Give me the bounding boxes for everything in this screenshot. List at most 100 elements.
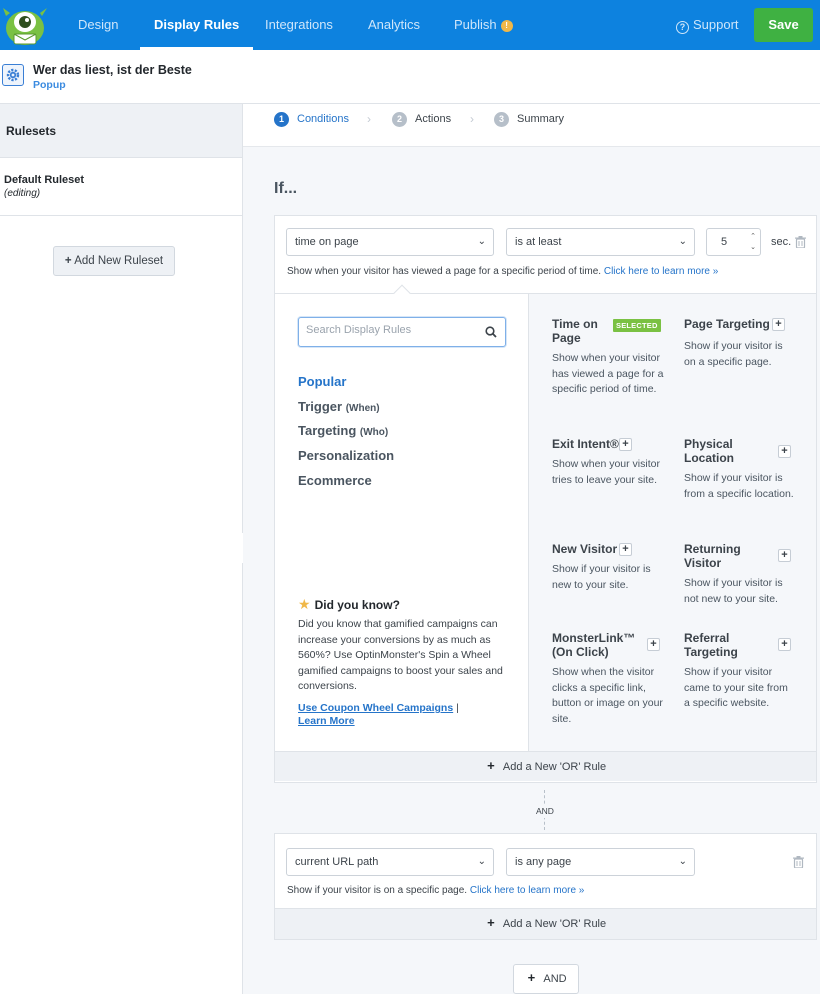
ruleset-item-default[interactable]: Default Ruleset (editing) xyxy=(0,158,242,216)
rule-option-desc: Show if your visitor is from a specific … xyxy=(684,472,794,500)
rule-option-desc: Show when the visitor clicks a specific … xyxy=(552,666,663,725)
step-label: Summary xyxy=(517,113,565,125)
operator-select[interactable]: is at least ⌄ xyxy=(506,228,695,256)
category-label: Popular xyxy=(298,374,347,389)
rule-option-desc: Show if your visitor came to your site f… xyxy=(684,666,788,709)
step-number: 1 xyxy=(274,112,289,127)
category-sub: (Who) xyxy=(359,427,389,438)
picker-options-panel: Time on Page SELECTED Show when your vis… xyxy=(529,294,816,752)
ruleset-name: Default Ruleset xyxy=(4,174,85,186)
search-display-rules[interactable] xyxy=(298,317,506,347)
add-rule-plus-icon[interactable]: + xyxy=(772,318,785,331)
did-you-know-title: ★ Did you know? xyxy=(298,596,400,613)
condition-select-value: time on page xyxy=(295,236,359,248)
category-label: Trigger xyxy=(298,399,343,414)
picker-categories-panel: Popular Trigger (When) Targeting (Who) P… xyxy=(275,294,529,752)
nav-tab-design[interactable]: Design xyxy=(78,0,118,50)
step-actions[interactable]: 2 Actions xyxy=(392,104,451,134)
operator-select[interactable]: is any page ⌄ xyxy=(506,848,695,876)
learn-more-link[interactable]: Click here to learn more » xyxy=(604,266,719,277)
rule-option-title: Time on Page xyxy=(552,317,598,345)
did-you-know-label: Did you know? xyxy=(314,598,400,612)
rule-option-desc: Show when your visitor has viewed a page… xyxy=(552,352,664,395)
condition-select-value: current URL path xyxy=(295,856,379,868)
add-or-rule-button[interactable]: + Add a New 'OR' Rule xyxy=(275,751,816,781)
chevron-down-icon: ⌄ xyxy=(477,856,486,867)
rule-option-new-visitor[interactable]: New Visitor + Show if your visitor is ne… xyxy=(552,542,664,593)
operator-select-value: is any page xyxy=(515,856,572,868)
plus-icon: + xyxy=(527,970,536,985)
add-rule-plus-icon[interactable]: + xyxy=(619,543,632,556)
trash-icon[interactable] xyxy=(795,236,806,248)
rulesets-sidebar: Rulesets Default Ruleset (editing) + Add… xyxy=(0,104,243,994)
did-you-know-text: Did you know that gamified campaigns can… xyxy=(298,618,503,692)
category-trigger[interactable]: Trigger (When) xyxy=(298,399,380,414)
plus-icon: + xyxy=(487,915,495,930)
rule-option-monsterlink[interactable]: MonsterLink™ (On Click) + Show when the … xyxy=(552,631,664,727)
optinmonster-logo-icon[interactable] xyxy=(0,2,50,48)
star-icon: ★ xyxy=(298,596,311,612)
rule-card-2: current URL path ⌄ is any page ⌄ Show if… xyxy=(274,833,817,940)
rule-option-physical-location[interactable]: Physical Location + Show if your visitor… xyxy=(684,437,796,502)
campaign-settings-button[interactable] xyxy=(2,64,24,86)
rule-option-desc: Show if your visitor is new to your site… xyxy=(552,563,651,591)
steps-breadcrumb: 1 Conditions › 2 Actions › 3 Summary xyxy=(243,104,820,147)
add-rule-plus-icon[interactable]: + xyxy=(647,638,660,651)
add-rule-plus-icon[interactable]: + xyxy=(778,445,791,458)
step-label: Conditions xyxy=(297,113,349,125)
seconds-input[interactable]: 5 ⌃ ⌄ xyxy=(706,228,761,256)
top-navigation: Design Display Rules Integrations Analyt… xyxy=(0,0,820,50)
nav-tab-publish[interactable]: Publish! xyxy=(454,0,513,50)
add-rule-plus-icon[interactable]: + xyxy=(619,438,632,451)
add-rule-plus-icon[interactable]: + xyxy=(778,549,791,562)
nav-tab-analytics[interactable]: Analytics xyxy=(368,0,420,50)
learn-more-link[interactable]: Learn More xyxy=(298,715,355,727)
spinner-up-icon[interactable]: ⌃ xyxy=(750,233,756,241)
rule-option-exit-intent[interactable]: Exit Intent® + Show when your visitor tr… xyxy=(552,437,664,488)
add-rule-plus-icon[interactable]: + xyxy=(778,638,791,651)
selected-badge: SELECTED xyxy=(613,319,661,332)
rulesets-header: Rulesets xyxy=(0,104,242,158)
campaign-title: Wer das liest, ist der Beste xyxy=(33,63,192,77)
rule-option-referral-targeting[interactable]: Referral Targeting + Show if your visito… xyxy=(684,631,796,712)
learn-more-link[interactable]: Click here to learn more » xyxy=(470,885,585,896)
save-button[interactable]: Save xyxy=(754,8,813,42)
nav-tab-integrations[interactable]: Integrations xyxy=(265,0,333,50)
chevron-down-icon: ⌄ xyxy=(477,236,486,247)
if-heading: If... xyxy=(274,180,298,197)
plus-icon: + xyxy=(64,255,72,267)
rule-option-returning-visitor[interactable]: Returning Visitor + Show if your visitor… xyxy=(684,542,796,607)
help-circle-icon: ? xyxy=(676,21,689,34)
rule-card-1: time on page ⌄ is at least ⌄ 5 ⌃ ⌄ sec. … xyxy=(274,215,817,783)
operator-select-value: is at least xyxy=(515,236,562,248)
add-and-rule-button[interactable]: + AND xyxy=(513,964,579,994)
category-popular[interactable]: Popular xyxy=(298,374,346,389)
rule-option-time-on-page[interactable]: Time on Page SELECTED Show when your vis… xyxy=(552,317,664,398)
step-conditions[interactable]: 1 Conditions xyxy=(274,104,349,134)
add-or-rule-button[interactable]: + Add a New 'OR' Rule xyxy=(275,908,816,939)
coupon-wheel-link[interactable]: Use Coupon Wheel Campaigns xyxy=(298,702,453,714)
rule-description-text: Show when your visitor has viewed a page… xyxy=(287,266,602,277)
rule-option-title: Exit Intent® xyxy=(552,437,619,451)
trash-icon[interactable] xyxy=(793,856,804,868)
nav-tab-display-rules[interactable]: Display Rules xyxy=(139,0,254,50)
seconds-value: 5 xyxy=(721,236,728,248)
add-or-rule-label: Add a New 'OR' Rule xyxy=(502,918,607,930)
condition-select[interactable]: current URL path ⌄ xyxy=(286,848,494,876)
support-label: Support xyxy=(693,17,739,32)
search-input[interactable] xyxy=(306,324,476,336)
step-summary[interactable]: 3 Summary xyxy=(494,104,564,134)
category-ecommerce[interactable]: Ecommerce xyxy=(298,473,372,488)
and-connector-label: AND xyxy=(534,804,556,818)
search-icon[interactable] xyxy=(485,326,497,338)
spinner-down-icon[interactable]: ⌄ xyxy=(750,244,756,252)
add-new-ruleset-button[interactable]: + Add New Ruleset xyxy=(53,246,175,276)
category-targeting[interactable]: Targeting (Who) xyxy=(298,423,388,438)
support-link[interactable]: ? Support xyxy=(676,0,739,50)
category-personalization[interactable]: Personalization xyxy=(298,448,394,463)
main-content: 1 Conditions › 2 Actions › 3 Summary If... … xyxy=(243,104,820,994)
rule-option-page-targeting[interactable]: Page Targeting + Show if your visitor is… xyxy=(684,317,796,370)
rule-option-title: Referral Targeting xyxy=(684,631,738,659)
plus-icon: + xyxy=(487,758,495,773)
condition-select[interactable]: time on page ⌄ xyxy=(286,228,494,256)
